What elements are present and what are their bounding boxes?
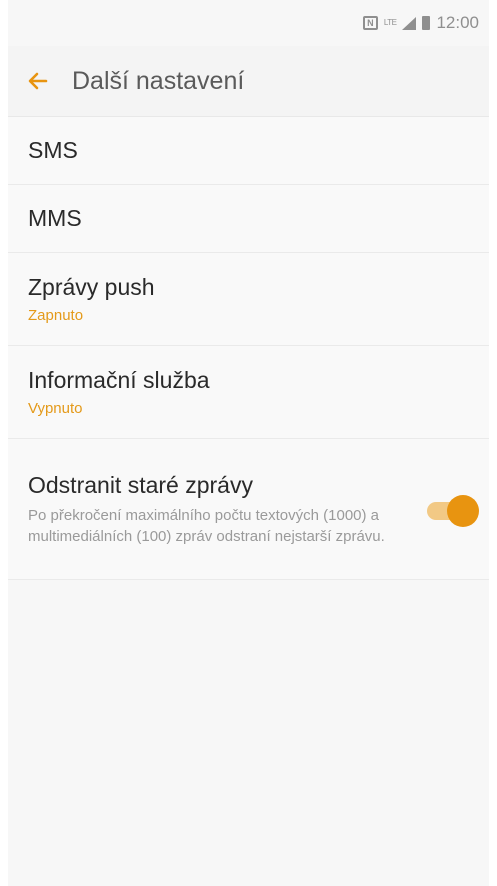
settings-item-description: Po překročení maximálního počtu textovýc… xyxy=(28,506,385,545)
status-bar: N LTE 12:00 xyxy=(8,0,489,46)
settings-item-push-messages[interactable]: Zprávy push Zapnuto xyxy=(8,253,489,346)
settings-list: SMS MMS Zprávy push Zapnuto Informační s… xyxy=(8,117,489,580)
signal-icon xyxy=(402,16,417,30)
nfc-icon: N xyxy=(362,16,378,30)
settings-item-title: Odstranit staré zprávy xyxy=(28,471,253,498)
settings-item-delete-old-messages[interactable]: Odstranit staré zprávy Po překročení max… xyxy=(8,439,489,580)
status-time: 12:00 xyxy=(436,13,479,32)
settings-item-title: SMS xyxy=(28,137,78,163)
arrow-left-icon xyxy=(28,72,48,90)
page-title: Další nastavení xyxy=(72,66,245,95)
delete-old-messages-toggle[interactable] xyxy=(425,493,481,529)
lte-icon: LTE xyxy=(383,18,397,27)
settings-item-title: MMS xyxy=(28,205,82,231)
settings-item-title: Informační služba xyxy=(28,367,210,393)
back-button[interactable] xyxy=(18,61,58,101)
battery-icon xyxy=(422,16,431,30)
settings-item-sms[interactable]: SMS xyxy=(8,117,489,185)
settings-item-cell-broadcast[interactable]: Informační služba Vypnuto xyxy=(8,346,489,439)
screen: N LTE 12:00 Další nastavení SMS MMS Zprá… xyxy=(8,0,489,886)
settings-item-status: Vypnuto xyxy=(28,400,83,417)
settings-item-title: Zprávy push xyxy=(28,274,155,300)
settings-item-status: Zapnuto xyxy=(28,307,84,324)
toggle-thumb xyxy=(447,495,479,527)
settings-item-mms[interactable]: MMS xyxy=(8,185,489,253)
app-header: Další nastavení xyxy=(8,46,489,117)
